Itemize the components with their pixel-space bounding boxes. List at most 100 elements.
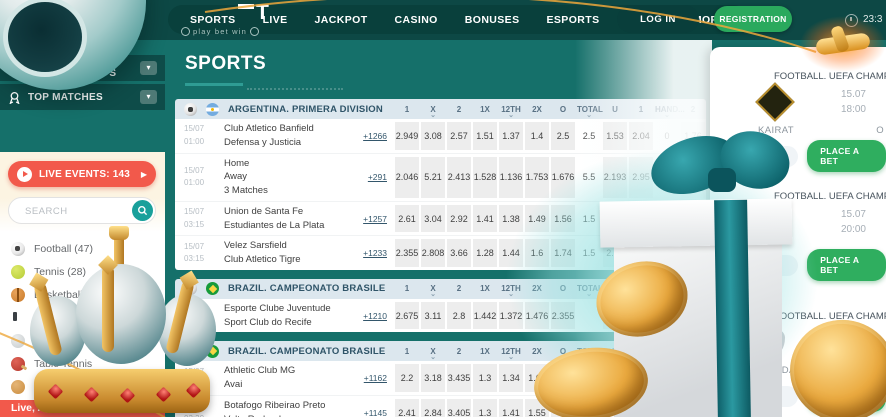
more-bets-link[interactable]: +1162 (345, 373, 387, 383)
odds-cell[interactable]: 2.808 (421, 239, 445, 267)
odds-cell[interactable] (629, 301, 653, 330)
odds-cell[interactable]: 2.57 (447, 122, 471, 150)
odds-cell[interactable]: 5.5 (577, 157, 601, 198)
odds-cell[interactable]: 3.405 (447, 398, 471, 417)
odds-cell[interactable]: 1.56 (551, 204, 575, 233)
odds-cell[interactable]: 1.74 (551, 239, 575, 267)
odds-cell[interactable]: 2.355 (395, 239, 419, 267)
odds-cell[interactable] (681, 364, 705, 392)
odds-cell[interactable]: 1.49 (525, 204, 549, 233)
odds-cell[interactable] (603, 301, 627, 330)
search-input[interactable] (23, 199, 127, 224)
odds-column-header[interactable]: X (421, 347, 445, 361)
odds-column-header[interactable]: 2 (447, 284, 471, 293)
odds-column-header[interactable]: 2 (681, 105, 705, 114)
odds-column-header[interactable]: 12TH (499, 347, 523, 361)
odds-column-header[interactable]: O (551, 284, 575, 293)
odds-cell[interactable]: 1.4 (525, 122, 549, 150)
odds-cell[interactable]: 1.372 (499, 301, 523, 330)
odds-cell[interactable]: 1.528 (473, 156, 497, 198)
odds-cell[interactable] (629, 239, 653, 267)
odds-cell[interactable] (577, 302, 601, 330)
more-bets-link[interactable]: +1145 (345, 408, 387, 417)
chevron-down-icon[interactable]: ▾ (140, 61, 157, 75)
odds-column-header[interactable]: HAND... (655, 284, 685, 298)
odds-column-header[interactable]: 12TH (499, 105, 523, 119)
nav-item[interactable]: SPORTS (190, 14, 236, 26)
chevron-down-icon[interactable]: ▾ (140, 90, 157, 104)
match-row[interactable]: 15/07 03:15 Union de Santa Fe Estudiantes … (175, 200, 706, 236)
featured-odds[interactable]: 2.416 (720, 145, 799, 167)
odds-column-header[interactable]: O (551, 347, 575, 356)
odds-cell[interactable] (577, 399, 601, 417)
odds-column-header[interactable]: U (603, 284, 627, 293)
odds-column-header[interactable]: 1 (629, 347, 653, 356)
featured-odds[interactable]: 1.78 (720, 385, 799, 407)
live-az-bar[interactable]: Live, A–Z (0, 400, 165, 417)
odds-column-header[interactable]: 2 (447, 347, 471, 356)
odds-cell[interactable]: 1.38 (499, 204, 523, 233)
live-events-button[interactable]: LIVE EVENTS: 143 ▶ (8, 161, 156, 187)
odds-cell[interactable]: 1.44 (499, 239, 523, 267)
odds-column-header[interactable]: TOTAL (577, 284, 603, 298)
odds-cell[interactable]: 2.42 (603, 204, 627, 233)
odds-cell[interactable]: 2.61 (395, 204, 419, 233)
featured-match-card[interactable]: FOOTBALL. UEFA CHAMPIONS BREIDABLIK 1.78… (710, 287, 886, 412)
sidebar-item-top-matches[interactable]: TOP MATCHES ▾ (0, 84, 165, 110)
odds-column-header[interactable]: 1 (629, 284, 653, 293)
more-bets-link[interactable]: +1266 (345, 131, 387, 141)
odds-cell[interactable]: 1.54 (629, 364, 653, 392)
odds-cell[interactable]: 2.413 (447, 156, 471, 198)
odds-cell[interactable] (551, 398, 575, 417)
odds-cell[interactable]: 2.949 (395, 122, 419, 150)
odds-cell[interactable]: 2.5 (577, 364, 601, 392)
match-row[interactable]: 15/07 01:00 Club Atletico Banfield Defensa… (175, 119, 706, 153)
odds-cell[interactable]: 2.2 (395, 364, 419, 392)
odds-cell[interactable]: 1.53 (603, 122, 627, 150)
odds-cell[interactable]: 2.04 (629, 122, 653, 150)
odds-cell[interactable]: 1.5 (577, 205, 601, 233)
odds-cell[interactable]: 1.5 (577, 239, 601, 267)
odds-column-header[interactable]: 2 (681, 284, 705, 293)
odds-cell[interactable]: 1.753 (525, 156, 549, 198)
place-a-bet-button[interactable]: PLACE A BET (807, 249, 886, 281)
odds-cell[interactable]: 3.08 (421, 122, 445, 150)
odds-column-header[interactable]: X (421, 284, 445, 298)
odds-cell[interactable] (655, 205, 679, 233)
odds-column-header[interactable]: 2 (681, 347, 705, 356)
search-button[interactable] (132, 200, 153, 221)
odds-column-header[interactable]: 1 (395, 347, 419, 356)
odds-column-header[interactable]: 12TH (499, 284, 523, 298)
odds-cell[interactable]: 1.41 (473, 204, 497, 233)
odds-cell[interactable]: 1.476 (525, 301, 549, 330)
odds-cell[interactable]: 1.55 (525, 398, 549, 417)
odds-cell[interactable]: 2.5 (551, 122, 575, 150)
odds-column-header[interactable]: 1 (395, 284, 419, 293)
odds-cell[interactable] (655, 399, 679, 417)
odds-cell[interactable]: 1.34 (499, 364, 523, 392)
odds-cell[interactable]: 1.51 (473, 122, 497, 150)
odds-cell[interactable] (655, 157, 679, 198)
odds-cell[interactable]: 2.193 (603, 156, 627, 198)
site-logo[interactable]: T (238, 1, 269, 25)
odds-cell[interactable]: 1.37 (499, 122, 523, 150)
match-row[interactable]: 15/07 02:00 Esporte Clube Juventude Sport … (175, 299, 706, 333)
odds-cell[interactable]: 2.92 (447, 204, 471, 233)
match-row[interactable]: 15/07 03:15 Velez Sarsfield Club Atletico … (175, 235, 706, 270)
nav-item[interactable]: BONUSES (465, 14, 520, 26)
odds-column-header[interactable]: TOTAL (577, 105, 603, 119)
odds-cell[interactable]: 5.21 (421, 156, 445, 198)
sidebar-sport-item[interactable] (0, 329, 165, 352)
sidebar-sport-item[interactable]: Tennis (28) (0, 260, 165, 283)
league-header[interactable]: ARGENTINA. PRIMERA DIVISION 1X21X12TH2XO… (175, 99, 706, 119)
nav-item[interactable]: ESPORTS (547, 14, 600, 26)
sidebar-sport-item[interactable]: Basketball (26) (0, 283, 165, 306)
odds-cell[interactable]: 1.442 (473, 301, 497, 330)
odds-column-header[interactable]: 2X (525, 284, 549, 293)
odds-cell[interactable]: 1.3 (473, 364, 497, 392)
place-a-bet-button[interactable]: PLACE A BET (807, 380, 886, 412)
more-bets-link[interactable]: +1210 (345, 311, 387, 321)
match-row[interactable]: 15/0703:30 Botafogo Ribeirao Preto Volta … (175, 394, 706, 417)
odds-cell[interactable]: 1.28 (473, 239, 497, 267)
odds-cell[interactable]: 2.41 (395, 398, 419, 417)
